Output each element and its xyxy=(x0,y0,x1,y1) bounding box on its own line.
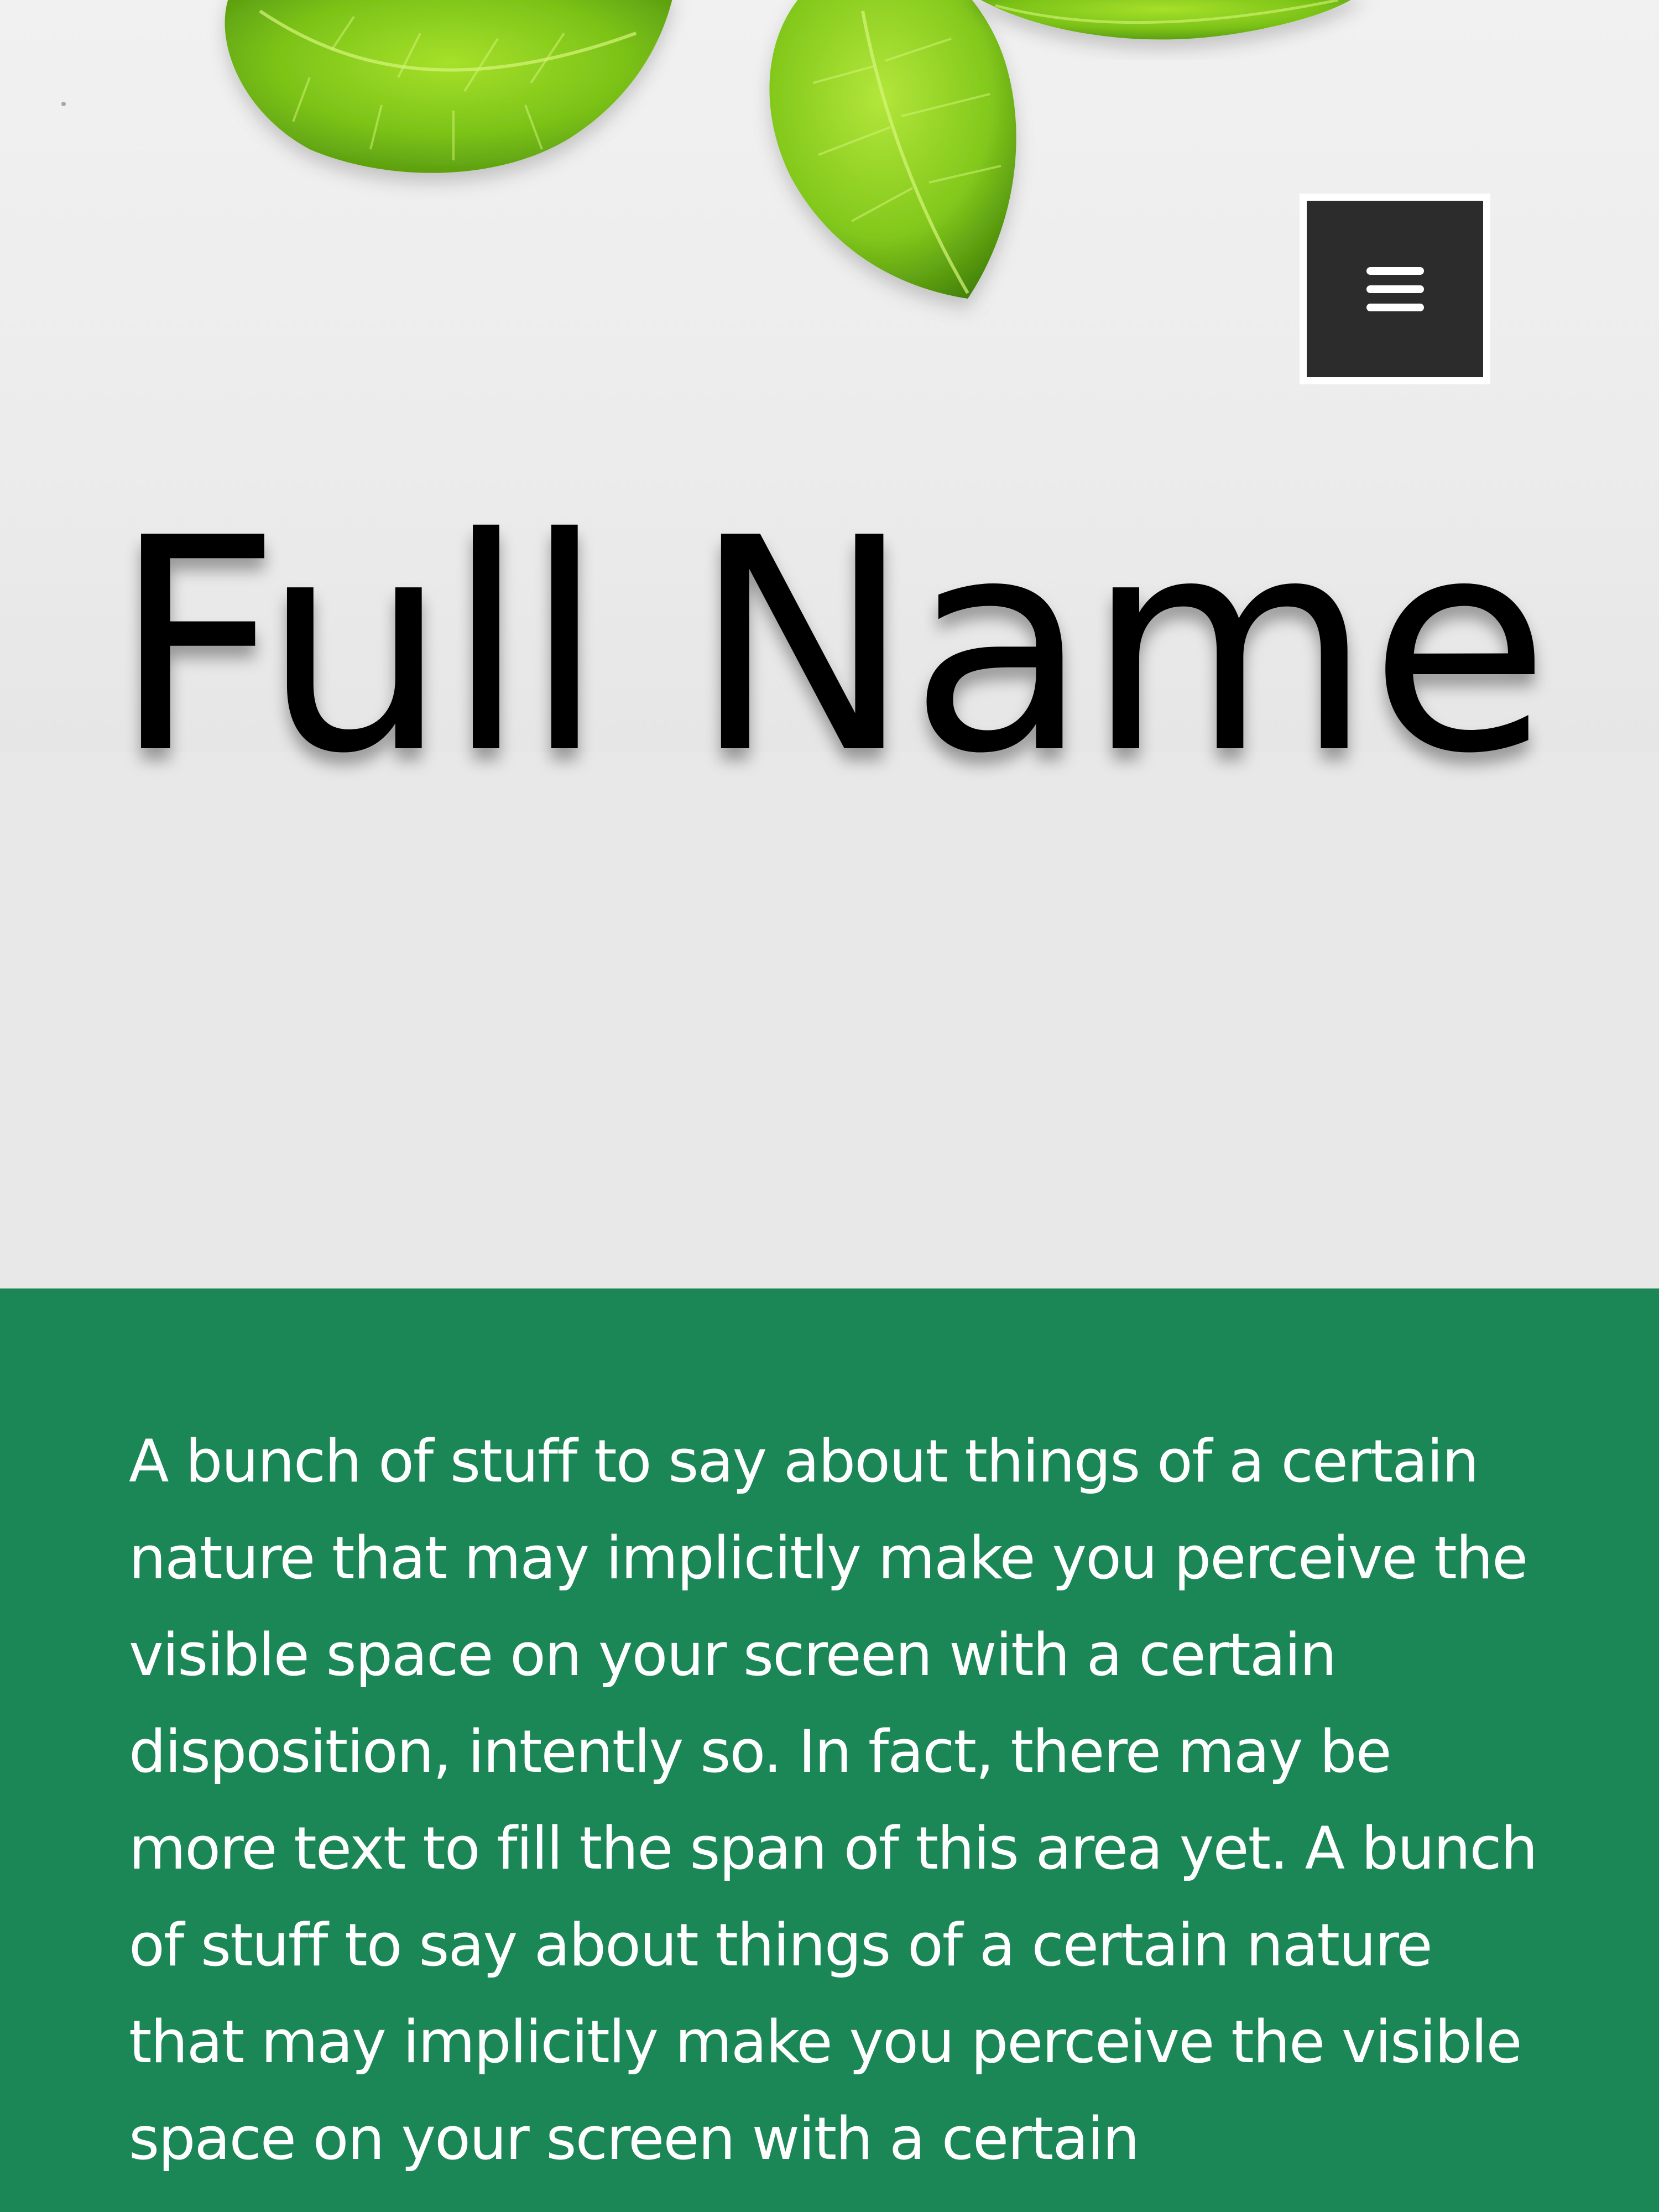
page-title: Full Name xyxy=(112,476,1550,818)
about-section: A bunch of stuff to say about things of … xyxy=(0,1288,1659,2212)
menu-icon-bar-bottom xyxy=(1366,303,1424,311)
menu-icon-bar-middle xyxy=(1366,285,1424,293)
menu-icon-bar-top xyxy=(1366,267,1424,275)
hero-section: Full Name xyxy=(0,0,1659,1288)
hamburger-menu-icon xyxy=(1366,267,1424,311)
about-text: A bunch of stuff to say about things of … xyxy=(129,1427,1538,2173)
menu-button[interactable] xyxy=(1300,194,1490,384)
